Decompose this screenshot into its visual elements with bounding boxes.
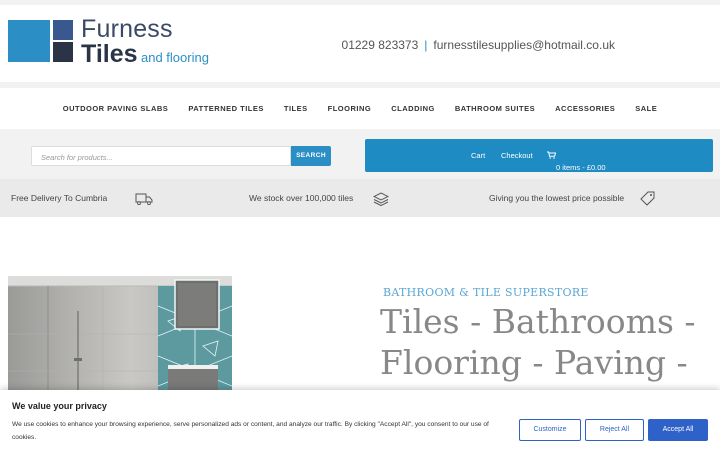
nav-item-bathroom-suites[interactable]: BATHROOM SUITES (445, 104, 545, 113)
truck-icon (135, 193, 153, 205)
hero-subtitle: BATHROOM & TILE SUPERSTORE (383, 286, 589, 299)
search-button[interactable]: SEARCH (291, 146, 331, 166)
logo-word-tiles: Tiles (81, 40, 138, 68)
customize-button[interactable]: Customize (519, 419, 581, 441)
logo-square-bottom (53, 42, 73, 62)
site-logo[interactable]: Furness Tiles and flooring (8, 15, 218, 71)
nav-item-sale[interactable]: SALE (625, 104, 667, 113)
feature-stock: We stock over 100,000 tiles (249, 192, 389, 206)
phone-link[interactable]: 01229 823373 (342, 38, 419, 52)
logo-square-top (53, 20, 73, 40)
email-link[interactable]: furnesstilesupplies@hotmail.co.uk (433, 38, 615, 52)
search-input[interactable]: Search for products... (31, 146, 291, 166)
logo-tagline: and flooring (141, 50, 209, 65)
feature-delivery-text: Free Delivery To Cumbria (11, 193, 108, 203)
checkout-link[interactable]: Checkout (501, 151, 533, 160)
cookie-banner: We value your privacy We use cookies to … (0, 390, 720, 450)
search-cart-row: Search for products... SEARCH Cart Check… (0, 135, 720, 177)
cart-bar: Cart Checkout 0 items - £0.00 (365, 139, 713, 172)
site-header: Furness Tiles and flooring 01229 823373 |… (0, 5, 720, 82)
nav-item-patterned-tiles[interactable]: PATTERNED TILES (178, 104, 274, 113)
hero-heading: Tiles - Bathrooms - Flooring - Paving - (380, 302, 696, 382)
feature-stock-text: We stock over 100,000 tiles (249, 193, 354, 203)
contact-separator: | (424, 38, 428, 52)
bathroom-photo (8, 276, 232, 391)
cookie-title: We value your privacy (12, 401, 107, 411)
contact-info: 01229 823373 | furnesstilesupplies@hotmail… (342, 38, 615, 52)
feature-price: Giving you the lowest price possible (489, 191, 655, 206)
accept-all-button[interactable]: Accept All (648, 419, 708, 441)
shopping-cart-icon (547, 151, 557, 159)
nav-item-cladding[interactable]: CLADDING (381, 104, 445, 113)
nav-item-flooring[interactable]: FLOORING (318, 104, 382, 113)
cart-summary-link[interactable]: 0 items - £0.00 (547, 151, 606, 172)
reject-all-button[interactable]: Reject All (585, 419, 644, 441)
cookie-body: We use cookies to enhance your browsing … (12, 421, 489, 441)
logo-square-large (8, 20, 50, 62)
cart-summary: 0 items - £0.00 (556, 163, 606, 172)
tag-icon (640, 191, 655, 206)
layers-icon (373, 192, 389, 206)
nav-item-tiles[interactable]: TILES (274, 104, 318, 113)
cart-link[interactable]: Cart (471, 151, 485, 160)
nav-item-accessories[interactable]: ACCESSORIES (545, 104, 625, 113)
nav-item-outdoor-paving-slabs[interactable]: OUTDOOR PAVING SLABS (53, 104, 179, 113)
features-bar: Free Delivery To Cumbria We stock over 1… (0, 179, 720, 217)
feature-price-text: Giving you the lowest price possible (489, 193, 625, 203)
main-navigation: OUTDOOR PAVING SLABS PATTERNED TILES TIL… (0, 88, 720, 129)
feature-delivery: Free Delivery To Cumbria (11, 193, 153, 205)
